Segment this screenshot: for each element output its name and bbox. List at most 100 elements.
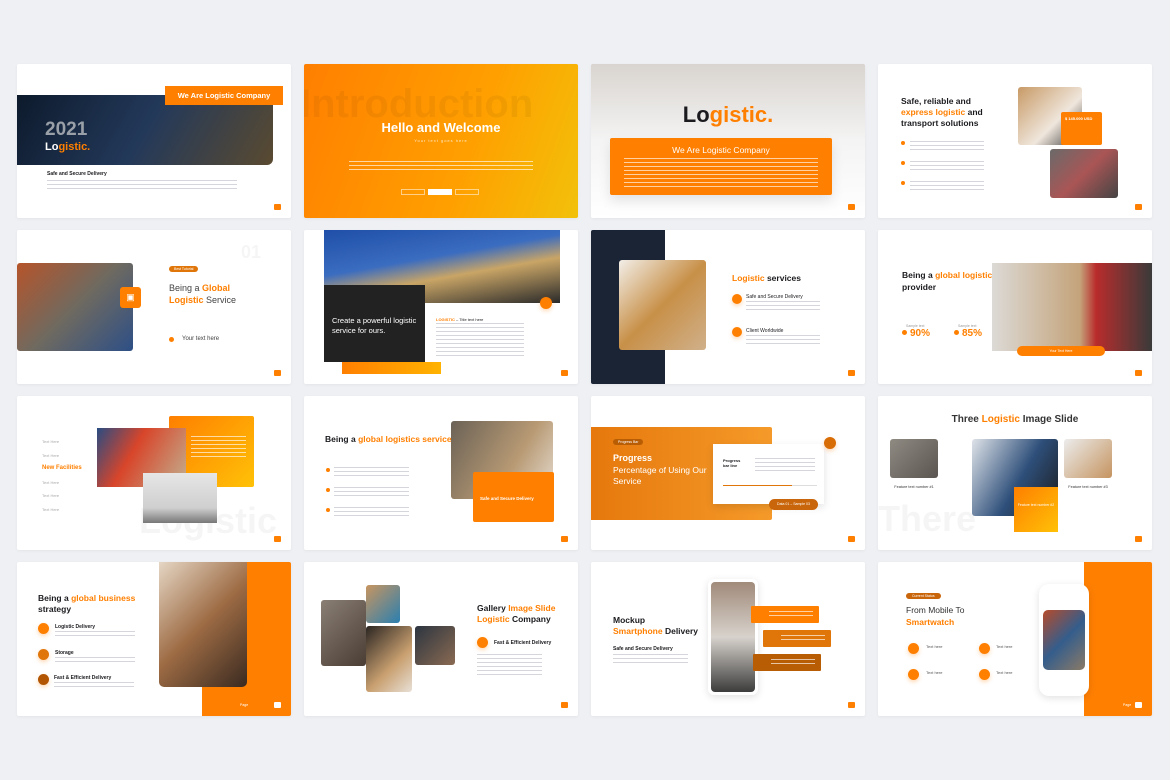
page-badge — [848, 536, 855, 542]
title: Mockup Smartphone Delivery — [613, 615, 699, 636]
nav-item[interactable]: Text Here — [42, 503, 82, 517]
page-label: Page — [240, 703, 249, 707]
play-icon[interactable] — [540, 297, 552, 309]
truck-icon — [477, 637, 488, 648]
badge: Best Tutorial — [169, 266, 199, 272]
page-badge — [561, 702, 568, 708]
slide-10[interactable]: Being a global logistics service provide… — [304, 396, 578, 550]
slide-15[interactable]: Mockup Smartphone Delivery Safe and Secur… — [591, 562, 865, 716]
globe-icon — [732, 327, 742, 337]
warehouse-photo — [1050, 149, 1118, 198]
feature-card: Feature text number #2 — [1014, 487, 1058, 532]
woman-box-photo — [619, 260, 706, 350]
info-card — [751, 606, 819, 623]
slide-12[interactable]: There Three Logistic Image Slide Feature… — [878, 396, 1152, 550]
feature-icon — [908, 643, 919, 654]
arrow-icon[interactable] — [824, 437, 836, 449]
box-title: We Are Logistic Company — [672, 145, 770, 155]
nav-item[interactable]: Text Here — [42, 449, 82, 463]
slide-13[interactable]: Being a global business strategy Logistic… — [17, 562, 291, 716]
button-3[interactable] — [455, 189, 479, 195]
stat-value: 90% — [910, 328, 931, 339]
smartwatch-mockup — [1039, 584, 1089, 696]
item: Client Worldwide — [746, 328, 784, 334]
body-text — [349, 161, 533, 173]
bullet-icon — [901, 161, 905, 165]
page-badge — [1135, 370, 1142, 376]
page-badge — [561, 370, 568, 376]
slide-9[interactable]: Logistic Text Here Text Here New Facilit… — [17, 396, 291, 550]
slide-1[interactable]: We Are Logistic Company 2021 Logistic. S… — [17, 64, 291, 218]
brand: Logistic. — [682, 102, 774, 127]
feature-icon — [908, 669, 919, 680]
page-badge — [274, 536, 281, 542]
page-badge — [1135, 702, 1142, 708]
photo-1 — [890, 439, 938, 478]
data-button[interactable]: Data 01 – Sample 03 — [769, 499, 818, 510]
nav-list: Text Here Text Here New Facilities Text … — [42, 435, 82, 516]
warehouse-worker-photo — [17, 263, 133, 351]
heading: Safe and Secure Delivery — [613, 646, 673, 652]
nav-item-active[interactable]: New Facilities — [42, 462, 82, 476]
title: Create a powerful logistic service for o… — [332, 316, 417, 335]
slide-3[interactable]: Logistic. We Are Logistic Company — [591, 64, 865, 218]
phone-mockup — [708, 579, 758, 695]
page-badge — [848, 370, 855, 376]
page-badge — [274, 702, 281, 708]
page-badge — [274, 370, 281, 376]
gallery-photo — [415, 626, 455, 665]
slide-8[interactable]: Being a global logistics service provider… — [878, 230, 1152, 384]
truck-icon — [38, 674, 49, 685]
slide-label: We Are Logistic Company — [165, 86, 283, 105]
slide-4[interactable]: Safe, reliable and express logistic and tr… — [878, 64, 1152, 218]
nav-item[interactable]: Text Here — [42, 435, 82, 449]
title: Three Logistic Image Slide — [951, 414, 1079, 425]
title: Progress — [613, 453, 653, 463]
title: Logistic services — [732, 273, 801, 283]
page-badge — [561, 536, 568, 542]
bullet-icon — [901, 141, 905, 145]
slide-5[interactable]: 01 ▣ Best Tutorial Being a GlobalLogisti… — [17, 230, 291, 384]
title: Being a Global Logistic Service — [169, 283, 237, 305]
info-card — [753, 654, 821, 671]
courier-photo — [992, 263, 1152, 351]
slide-6[interactable]: Create a powerful logistic service for o… — [304, 230, 578, 384]
gallery-photo — [321, 600, 366, 666]
van-photo — [143, 473, 217, 523]
page-label: Page — [1123, 703, 1132, 707]
subtitle: Your text goes here — [414, 138, 468, 143]
nav-item[interactable]: Text Here — [42, 489, 82, 503]
slide-7[interactable]: Logistic services Safe and Secure Delive… — [591, 230, 865, 384]
progress-bar — [723, 485, 817, 486]
slide-2[interactable]: Introduction Hello and Welcome Your text… — [304, 64, 578, 218]
delivery-icon — [732, 294, 742, 304]
slide-14[interactable]: Gallery Image Slide Logistic Company Fast… — [304, 562, 578, 716]
button-2[interactable] — [428, 189, 452, 195]
heading: Safe and Secure Delivery — [47, 171, 107, 177]
button-1[interactable] — [401, 189, 425, 195]
cta-button[interactable]: Your Text Here — [1017, 346, 1105, 356]
item: Safe and Secure Delivery — [746, 294, 803, 300]
page-badge — [274, 204, 281, 210]
nav-item[interactable]: Text Here — [42, 476, 82, 490]
worker-photo — [159, 562, 247, 687]
feature-caption: Feature text number #3 — [1068, 485, 1108, 489]
body-text — [47, 180, 237, 192]
intro-box: We Are Logistic Company — [610, 138, 832, 195]
stat-value: 85% — [962, 328, 983, 339]
orange-card: Safe and Secure Delivery — [473, 472, 554, 522]
slide-11[interactable]: Progress Bar Progress Percentage of Usin… — [591, 396, 865, 550]
storage-icon — [38, 649, 49, 660]
page-badge — [848, 204, 855, 210]
slide-16[interactable]: Current Status From Mobile To Smartwatch … — [878, 562, 1152, 716]
page-badge — [1135, 204, 1142, 210]
feature-icon — [979, 669, 990, 680]
orange-bar — [342, 362, 441, 374]
gallery-photo — [366, 626, 412, 692]
title: From Mobile To Smartwatch — [906, 605, 965, 627]
page-badge — [848, 702, 855, 708]
feature-icon — [979, 643, 990, 654]
photo-3 — [1064, 439, 1112, 478]
brand: Logistic. — [45, 141, 91, 153]
title: Being a global business strategy — [38, 593, 136, 614]
